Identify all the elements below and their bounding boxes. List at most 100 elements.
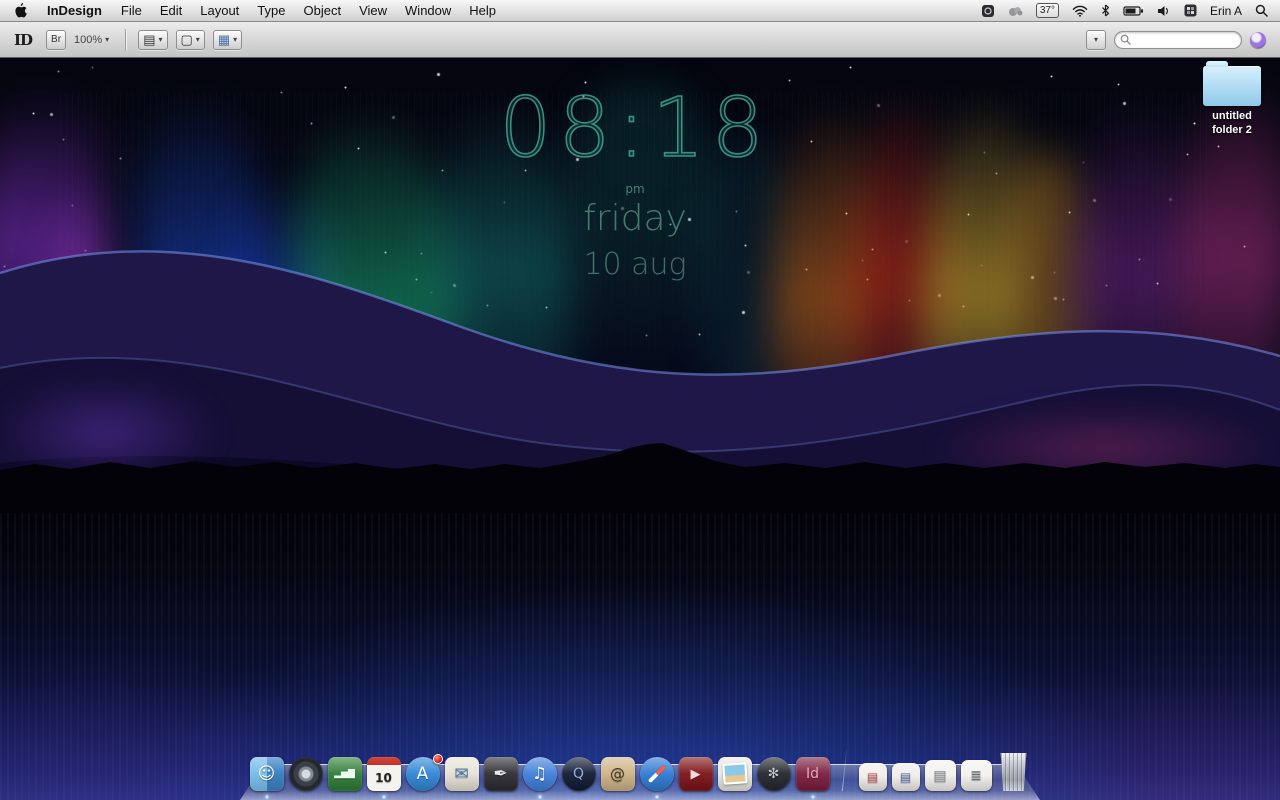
view-options-button[interactable]: ▤ ▾	[138, 29, 168, 50]
menu-bar-status-area: 37° Erin A	[981, 3, 1280, 18]
notification-badge	[432, 754, 443, 764]
dock-item-downloads-stack[interactable]: ≣	[960, 760, 992, 791]
dock-item-stack-2[interactable]: ▤	[891, 763, 920, 791]
active-app-menu[interactable]: InDesign	[37, 3, 112, 18]
chevron-down-icon: ▾	[105, 35, 110, 44]
arrange-documents-button[interactable]: ▦ ▾	[212, 29, 243, 50]
quicktime-icon: Q	[572, 766, 585, 782]
apple-menu[interactable]	[0, 3, 37, 18]
clock-date: 10 aug	[583, 247, 687, 283]
running-indicator	[810, 795, 815, 799]
indesign-icon: Id	[805, 766, 819, 782]
dock-item-safari[interactable]	[639, 757, 674, 799]
dock-item-iphoto[interactable]	[717, 757, 752, 791]
dock-item-documents-stack[interactable]: ▤	[924, 760, 956, 791]
arrange-documents-icon: ▦	[217, 32, 231, 47]
documents-stack-icon: ▤	[933, 767, 947, 784]
chevron-down-icon: ▾	[195, 35, 200, 44]
toolbar-divider	[125, 28, 127, 51]
dock-item-itunes[interactable]: ♫	[522, 757, 557, 799]
dock-item-aperture[interactable]: ✻	[756, 757, 791, 791]
desktop[interactable]: 08:18 pm friday 10 aug untitled folder 2…	[0, 58, 1280, 800]
clock-time: 08:18	[499, 81, 771, 176]
mail-icon: ✉	[454, 763, 469, 784]
screen: InDesign File Edit Layout Type Object Vi…	[0, 0, 1280, 800]
running-indicator	[264, 795, 269, 799]
user-menu[interactable]: Erin A	[1210, 4, 1242, 18]
stack-1-icon: ▤	[866, 770, 879, 784]
running-indicator	[381, 795, 386, 799]
desktop-clock-widget: 08:18 pm friday 10 aug	[495, 81, 775, 283]
at-sign-app-icon: @	[610, 764, 625, 783]
menu-edit[interactable]: Edit	[151, 3, 191, 18]
menu-help[interactable]: Help	[460, 3, 505, 18]
menu-file[interactable]: File	[112, 3, 151, 18]
dvd-player-icon: ▶	[690, 766, 701, 782]
running-indicator	[537, 795, 542, 799]
textedit-icon: ✒	[493, 763, 508, 784]
menu-type[interactable]: Type	[248, 3, 294, 18]
dock-item-textedit[interactable]: ✒	[483, 757, 518, 791]
search-input[interactable]	[1114, 30, 1242, 49]
dock-item-quicktime[interactable]: Q	[561, 757, 596, 791]
wifi-icon[interactable]	[1072, 5, 1088, 17]
menu-view[interactable]: View	[350, 3, 396, 18]
dock-item-mail[interactable]: ✉	[444, 757, 479, 791]
view-options-icon: ▤	[143, 32, 156, 47]
volume-icon[interactable]	[1157, 5, 1171, 17]
menu-extra-gray-icon[interactable]	[1008, 5, 1023, 17]
cs-live-orb-icon[interactable]	[1250, 31, 1266, 48]
dock-item-dvd-player[interactable]: ▶	[678, 757, 713, 791]
screen-mode-button[interactable]: ▢ ▾	[175, 29, 205, 50]
zoom-level-dropdown[interactable]: 100% ▾	[74, 34, 109, 46]
dock-item-launchpad[interactable]	[288, 757, 323, 791]
numbers-icon: ▂▅▇	[334, 768, 355, 779]
input-source-icon[interactable]	[1184, 4, 1197, 17]
dock: ☺ ▂▅▇ 10 A ✉ ✒ ♫ Q @ ▶ ✻ Id ▤ ▤ ▤ ≣	[240, 736, 1040, 800]
chevron-down-icon: ▾	[1093, 35, 1098, 44]
folder-label: untitled folder 2	[1212, 110, 1252, 136]
apple-logo-icon	[15, 3, 27, 18]
app-store-icon: A	[416, 763, 429, 784]
search-icon	[1120, 34, 1131, 45]
dock-item-trash[interactable]	[1000, 753, 1027, 791]
dock-item-finder[interactable]: ☺	[249, 757, 284, 799]
aperture-icon: ✻	[767, 766, 780, 782]
dock-items: ☺ ▂▅▇ 10 A ✉ ✒ ♫ Q @ ▶ ✻ Id ▤ ▤ ▤ ≣	[240, 749, 1040, 799]
dock-separator	[841, 749, 847, 791]
dock-item-stack-1[interactable]: ▤	[858, 763, 887, 791]
menu-bar: InDesign File Edit Layout Type Object Vi…	[0, 0, 1280, 22]
dock-item-numbers[interactable]: ▂▅▇	[327, 757, 362, 791]
dock-item-calendar[interactable]: 10	[366, 757, 401, 799]
stack-2-icon: ▤	[899, 770, 912, 784]
workspace-dropdown-button[interactable]: ▾	[1086, 29, 1106, 50]
clock-weekday: friday	[583, 198, 687, 240]
clock-meridiem: pm	[625, 182, 645, 197]
indesign-logo: ID	[14, 30, 33, 49]
temperature-badge[interactable]: 37°	[1035, 3, 1059, 18]
dock-item-at-sign-app[interactable]: @	[600, 757, 635, 791]
zoom-value: 100%	[74, 33, 103, 46]
finder-icon: ☺	[257, 763, 276, 784]
folder-icon[interactable]	[1203, 61, 1261, 106]
chevron-down-icon: ▾	[158, 35, 163, 44]
toolbar-search	[1114, 30, 1242, 49]
downloads-stack-icon: ≣	[970, 767, 982, 784]
dock-item-app-store[interactable]: A	[405, 754, 443, 791]
dock-item-indesign[interactable]: Id	[795, 757, 830, 799]
calendar-icon: 10	[375, 770, 392, 785]
screen-mode-icon: ▢	[180, 32, 193, 47]
desktop-folder-untitled-2[interactable]: untitled folder 2	[1190, 60, 1274, 138]
chevron-down-icon: ▾	[233, 35, 238, 44]
battery-icon[interactable]	[1123, 5, 1144, 17]
indesign-app-bar: ID Br 100% ▾ ▤ ▾ ▢ ▾ ▦ ▾ ▾	[0, 22, 1280, 58]
running-indicator	[654, 795, 659, 799]
menu-object[interactable]: Object	[295, 3, 351, 18]
bluetooth-icon[interactable]	[1101, 4, 1110, 17]
menu-layout[interactable]: Layout	[191, 3, 248, 18]
menu-window[interactable]: Window	[396, 3, 460, 18]
bridge-button[interactable]: Br	[46, 29, 67, 50]
itunes-icon: ♫	[531, 763, 548, 784]
spotlight-icon[interactable]	[1255, 4, 1268, 17]
menu-extra-dark-icon[interactable]	[981, 4, 995, 18]
